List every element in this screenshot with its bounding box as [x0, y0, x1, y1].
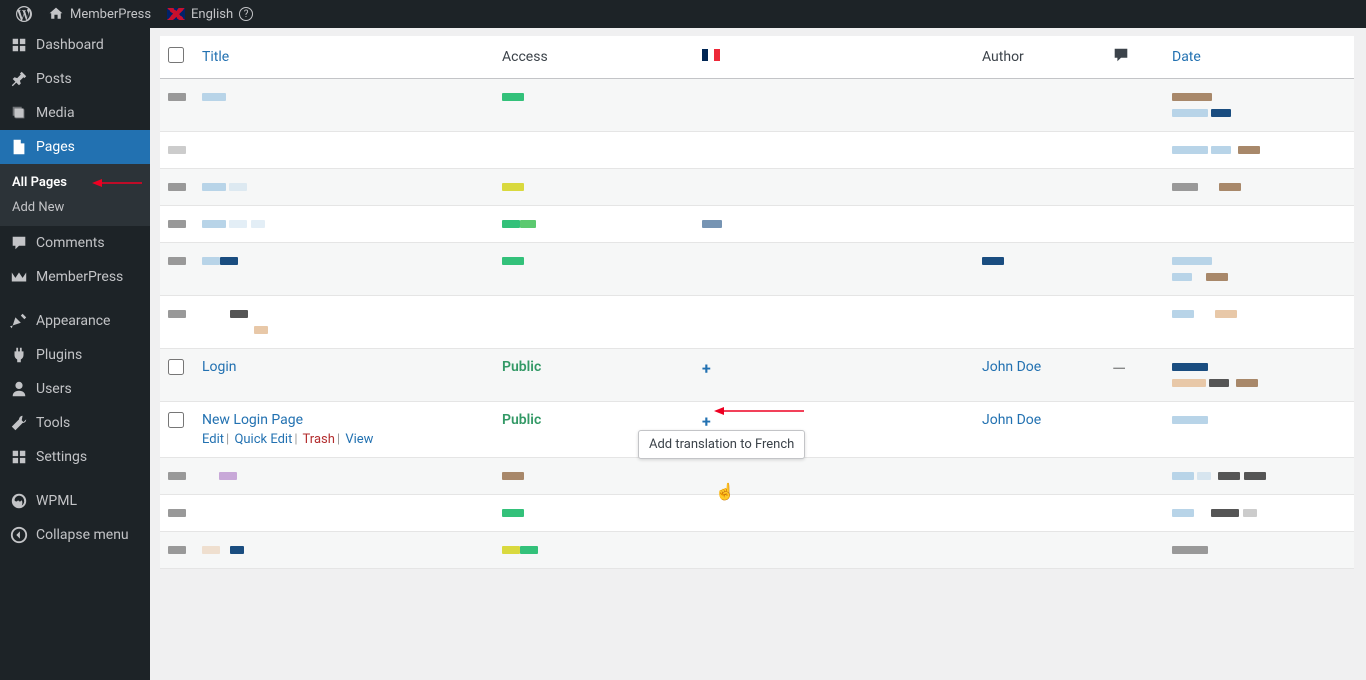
- wordpress-icon: [16, 6, 32, 22]
- arrow-annotation: [92, 179, 142, 187]
- users-icon: [10, 380, 28, 398]
- table-row: [160, 296, 1354, 349]
- arrow-annotation: [714, 406, 804, 416]
- table-row: [160, 132, 1354, 169]
- row-checkbox[interactable]: [168, 412, 184, 428]
- sidebar-label: Posts: [36, 71, 72, 87]
- action-trash[interactable]: Trash: [303, 432, 335, 447]
- pin-icon: [10, 70, 28, 88]
- sidebar-label: Appearance: [36, 313, 110, 329]
- table-row: [160, 206, 1354, 243]
- language-switcher[interactable]: English ?: [159, 0, 261, 28]
- home-icon: [48, 6, 64, 22]
- sidebar-item-comments[interactable]: Comments: [0, 226, 150, 260]
- sidebar-label: Settings: [36, 449, 87, 465]
- sidebar-sub-add-new[interactable]: Add New: [0, 195, 150, 220]
- wp-logo-menu[interactable]: [8, 0, 40, 28]
- collapse-icon: [10, 526, 28, 544]
- page-title-login[interactable]: Login: [202, 359, 237, 375]
- comments-icon: [10, 234, 28, 252]
- sidebar-item-pages[interactable]: Pages: [0, 130, 150, 164]
- header-date[interactable]: Date: [1172, 49, 1201, 65]
- sidebar-item-posts[interactable]: Posts: [0, 62, 150, 96]
- sidebar-label: Collapse menu: [36, 527, 129, 543]
- site-home-link[interactable]: MemberPress: [40, 0, 159, 28]
- sidebar-label: Dashboard: [36, 37, 104, 53]
- author-link[interactable]: John Doe: [982, 359, 1041, 375]
- table-header-row: Title Access Author Date: [160, 36, 1354, 79]
- action-quick-edit[interactable]: Quick Edit: [234, 432, 292, 447]
- sidebar-collapse[interactable]: Collapse menu: [0, 518, 150, 552]
- sidebar-submenu-pages: All Pages Add New: [0, 164, 150, 226]
- action-edit[interactable]: Edit: [202, 432, 224, 447]
- sidebar-item-users[interactable]: Users: [0, 372, 150, 406]
- sidebar-label: Users: [36, 381, 72, 397]
- help-icon: ?: [239, 7, 253, 21]
- tools-icon: [10, 414, 28, 432]
- table-row: [160, 79, 1354, 132]
- sidebar-label: Plugins: [36, 347, 82, 363]
- sidebar-item-wpml[interactable]: WPML: [0, 484, 150, 518]
- media-icon: [10, 104, 28, 122]
- sidebar-sub-label: Add New: [12, 200, 64, 215]
- language-label: English: [191, 7, 233, 22]
- table-row: [160, 243, 1354, 296]
- sidebar-label: Tools: [36, 415, 70, 431]
- wpml-icon: [10, 492, 28, 510]
- appearance-icon: [10, 312, 28, 330]
- sidebar-item-media[interactable]: Media: [0, 96, 150, 130]
- plugins-icon: [10, 346, 28, 364]
- sidebar-label: WPML: [36, 493, 77, 509]
- table-row: [160, 495, 1354, 532]
- sidebar-label: Comments: [36, 235, 105, 251]
- table-row-login: Login Public + John Doe —: [160, 349, 1354, 402]
- table-row: [160, 532, 1354, 569]
- sidebar-sub-label: All Pages: [12, 175, 67, 190]
- sidebar-item-appearance[interactable]: Appearance: [0, 304, 150, 338]
- french-flag-icon: [702, 49, 720, 61]
- page-title-new-login[interactable]: New Login Page: [202, 412, 303, 428]
- sidebar-sub-all-pages[interactable]: All Pages: [0, 170, 150, 195]
- sidebar-item-settings[interactable]: Settings: [0, 440, 150, 474]
- author-link[interactable]: John Doe: [982, 412, 1041, 428]
- memberpress-icon: [10, 268, 28, 286]
- access-public: Public: [502, 412, 541, 428]
- uk-flag-icon: [167, 8, 185, 20]
- admin-sidebar: Dashboard Posts Media Pages All Pages Ad…: [0, 28, 150, 680]
- access-public: Public: [502, 359, 541, 375]
- dashboard-icon: [10, 36, 28, 54]
- admin-topbar: MemberPress English ?: [0, 0, 1366, 28]
- select-all-checkbox[interactable]: [168, 47, 184, 63]
- site-name: MemberPress: [70, 7, 151, 22]
- header-author: Author: [974, 36, 1104, 79]
- comments-column-icon: [1112, 46, 1130, 64]
- sidebar-label: Media: [36, 105, 75, 121]
- main-content: Title Access Author Date: [150, 28, 1366, 680]
- action-view[interactable]: View: [345, 432, 373, 447]
- row-checkbox[interactable]: [168, 359, 184, 375]
- sidebar-item-tools[interactable]: Tools: [0, 406, 150, 440]
- sidebar-item-dashboard[interactable]: Dashboard: [0, 28, 150, 62]
- sidebar-item-memberpress[interactable]: MemberPress: [0, 260, 150, 294]
- add-translation-icon[interactable]: +: [702, 412, 711, 431]
- cursor-pointer-icon: ☝: [715, 482, 735, 501]
- header-title[interactable]: Title: [202, 49, 229, 65]
- row-actions: Edit| Quick Edit| Trash| View: [202, 432, 486, 447]
- table-row: [160, 458, 1354, 495]
- sidebar-label: MemberPress: [36, 269, 123, 285]
- settings-icon: [10, 448, 28, 466]
- pages-table: Title Access Author Date: [160, 36, 1354, 569]
- tooltip-add-translation: Add translation to French: [638, 430, 805, 459]
- pages-icon: [10, 138, 28, 156]
- sidebar-label: Pages: [36, 139, 75, 155]
- comments-dash: —: [1112, 359, 1126, 380]
- sidebar-item-plugins[interactable]: Plugins: [0, 338, 150, 372]
- table-row: [160, 169, 1354, 206]
- add-translation-icon[interactable]: +: [702, 359, 711, 378]
- header-access: Access: [494, 36, 694, 79]
